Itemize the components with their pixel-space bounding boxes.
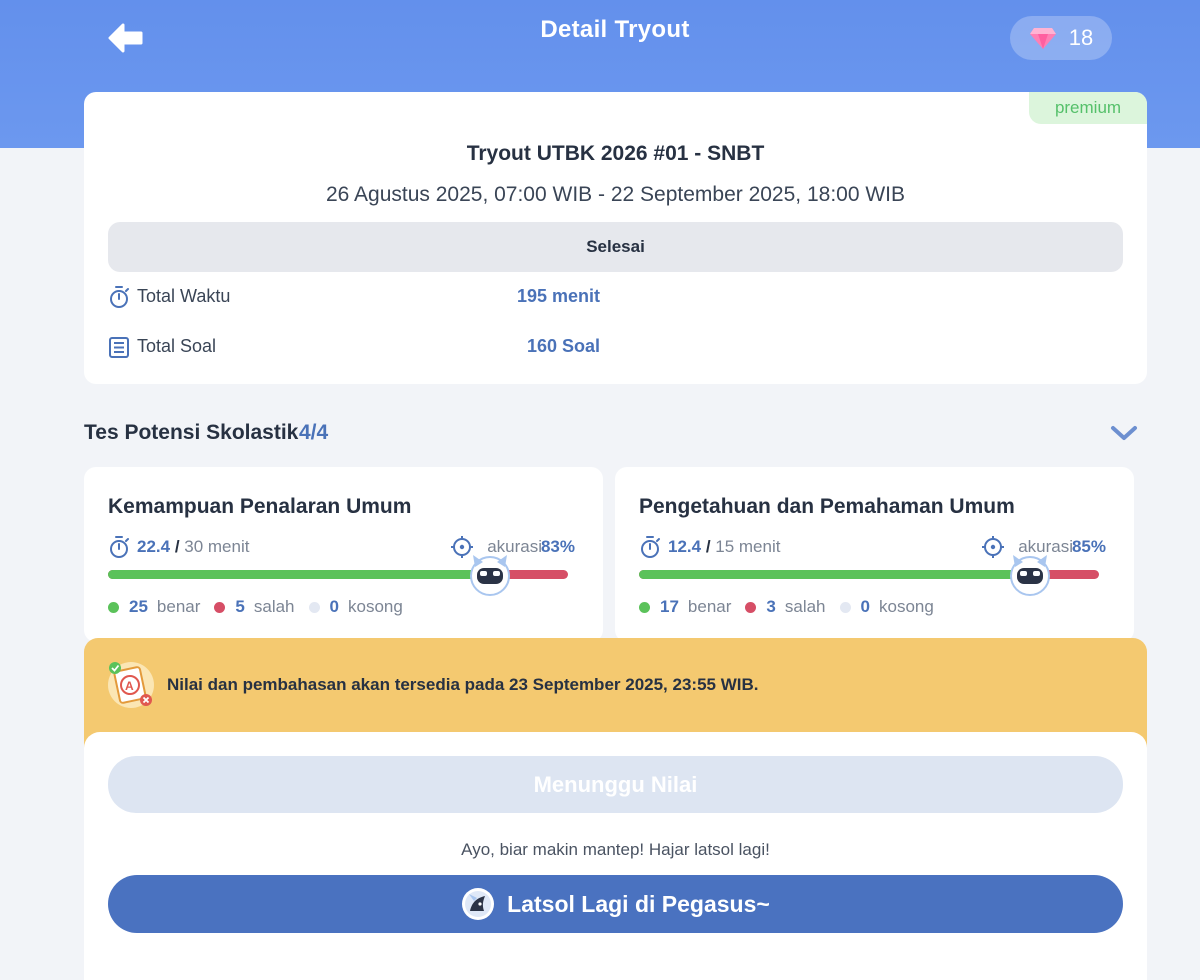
- total-questions-value: 160 Soal: [526, 336, 600, 356]
- time-spent: 12.4: [668, 537, 702, 556]
- graded-paper-icon: A: [108, 662, 154, 708]
- time-spent: 22.4: [137, 537, 171, 556]
- total-questions-label: Total Soal: [137, 336, 217, 356]
- diamond-icon: [1029, 28, 1056, 49]
- progress-fill: [108, 570, 490, 579]
- target-icon: [982, 536, 1004, 558]
- accuracy-value: 83%: [540, 537, 575, 556]
- wrong-label: salah: [784, 597, 826, 616]
- latsol-label: Latsol Lagi di Pegasus~: [507, 890, 770, 917]
- progress-fill: [639, 570, 1030, 579]
- correct-count: 17: [660, 597, 679, 616]
- empty-count: 0: [860, 597, 870, 616]
- section-header[interactable]: Tes Potensi Skolastik 4/4: [84, 418, 1147, 448]
- bottom-action-panel: Menunggu Nilai Ayo, biar makin mantep! H…: [84, 732, 1147, 980]
- wrong-label: salah: [253, 597, 295, 616]
- empty-label: kosong: [347, 597, 403, 616]
- total-time-label: Total Waktu: [137, 286, 231, 306]
- correct-label: benar: [687, 597, 732, 616]
- time-spent-wrap: 12.4 / 15 menit: [668, 537, 781, 556]
- subtest-title: Pengetahuan dan Pemahaman Umum: [639, 495, 1015, 518]
- time-total: 15 menit: [715, 537, 781, 556]
- tryout-period: 26 Agustus 2025, 07:00 WIB - 22 Septembe…: [325, 183, 906, 206]
- subtest-card[interactable]: Kemampuan Penalaran Umum 22.4 / 30 menit…: [84, 467, 603, 642]
- waiting-score-button: Menunggu Nilai: [108, 756, 1123, 813]
- status-badge: Selesai: [108, 222, 1123, 272]
- answer-legend: 25 benar 5 salah 0 kosong: [108, 595, 417, 619]
- total-time-value: 195 menit: [516, 286, 600, 306]
- correct-count: 25: [129, 597, 148, 616]
- wrong-dot: [745, 601, 757, 613]
- accuracy-value: 85%: [1071, 537, 1106, 556]
- subtest-title: Kemampuan Penalaran Umum: [108, 495, 412, 518]
- wrong-dot: [214, 601, 226, 613]
- time-spent-wrap: 22.4 / 30 menit: [137, 537, 250, 556]
- correct-dot: [639, 601, 650, 613]
- pegasus-avatar-icon: [462, 888, 495, 920]
- answer-legend: 17 benar 3 salah 0 kosong: [639, 595, 948, 619]
- mascot-icon: [469, 555, 510, 596]
- correct-label: benar: [156, 597, 201, 616]
- mascot-icon: [1010, 555, 1050, 596]
- svg-text:A: A: [125, 679, 134, 693]
- stopwatch-icon: [110, 286, 129, 308]
- chevron-down-icon[interactable]: [1110, 420, 1138, 446]
- tryout-info-card: premium Tryout UTBK 2026 #01 - SNBT 26 A…: [84, 92, 1147, 384]
- section-count: 4/4: [299, 421, 329, 444]
- section-title: Tes Potensi Skolastik: [84, 421, 299, 444]
- stopwatch-icon: [641, 536, 660, 558]
- wrong-count: 5: [235, 597, 245, 616]
- notice-text: Nilai dan pembahasan akan tersedia pada …: [167, 675, 759, 694]
- empty-count: 0: [329, 597, 339, 616]
- empty-label: kosong: [878, 597, 934, 616]
- total-questions-row: Total Soal 160 Soal: [108, 332, 608, 362]
- gem-balance[interactable]: 18: [1010, 16, 1112, 60]
- stopwatch-icon: [110, 536, 129, 558]
- document-list-icon: [109, 337, 129, 358]
- time-total: 30 menit: [184, 537, 250, 556]
- correct-dot: [108, 601, 119, 613]
- premium-badge: premium: [1029, 92, 1147, 124]
- tryout-name: Tryout UTBK 2026 #01 - SNBT: [466, 142, 765, 165]
- total-time-row: Total Waktu 195 menit: [108, 282, 608, 312]
- subtest-card[interactable]: Pengetahuan dan Pemahaman Umum 12.4 / 15…: [615, 467, 1134, 642]
- latsol-button[interactable]: Latsol Lagi di Pegasus~: [108, 875, 1123, 933]
- empty-dot: [839, 601, 851, 613]
- encourage-text: Ayo, biar makin mantep! Hajar latsol lag…: [461, 840, 770, 859]
- wrong-count: 3: [766, 597, 776, 616]
- empty-dot: [308, 601, 320, 613]
- gem-count: 18: [1068, 25, 1094, 50]
